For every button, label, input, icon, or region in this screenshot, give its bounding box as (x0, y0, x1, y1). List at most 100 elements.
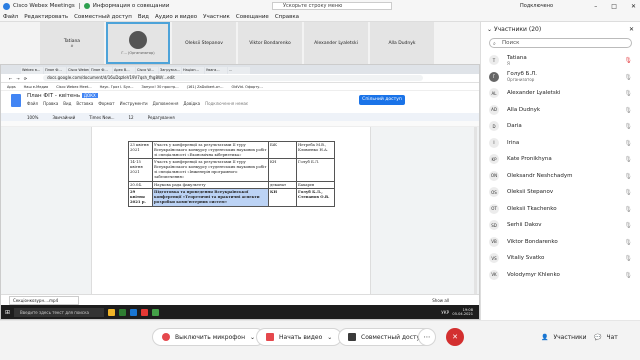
leave-meeting-button[interactable]: ✕ (446, 328, 464, 346)
zoom-select[interactable]: 100% (27, 115, 38, 120)
menu-share[interactable]: Совместный доступ (74, 14, 132, 20)
browser-tab[interactable]: ... (228, 67, 250, 74)
app-icon[interactable] (119, 308, 127, 316)
participant-row[interactable]: SD Serhii Dakov 🎙 (481, 217, 640, 234)
mute-button[interactable]: Выключить микрофон ⌄ (152, 328, 266, 346)
browser-tab[interactable]: Apex В... (113, 67, 135, 74)
chrome-icon[interactable] (152, 308, 160, 316)
participant-row[interactable]: I Irina 🎙 (481, 135, 640, 152)
docs-menu-item[interactable]: Формат (98, 101, 114, 106)
language-indicator[interactable]: УКР (441, 310, 449, 315)
app-icon[interactable] (130, 308, 138, 316)
browser-tab[interactable]: План Ф... (44, 67, 66, 74)
back-icon[interactable]: ← (9, 76, 12, 81)
browser-tab[interactable]: Увага... (205, 67, 227, 74)
close-icon[interactable]: ✕ (631, 3, 636, 10)
app-icon[interactable] (141, 308, 149, 316)
mic-muted-icon: 🎙 (624, 57, 632, 64)
clock[interactable]: 19:08 05.04.2021 (452, 308, 473, 316)
reload-icon[interactable]: ⟳ (24, 76, 27, 81)
doc-title[interactable]: План ФІТ - квітень ДОКХ (27, 93, 98, 99)
video-thumb[interactable]: Viktor Bondarenko (238, 22, 302, 64)
mic-muted-icon: 🎙 (624, 205, 632, 213)
bookmarks-bar: Apps Наш е-Медиа Cisco Webex Meet... Нау… (1, 83, 479, 91)
more-options-button[interactable]: ⋯ (418, 328, 436, 346)
browser-tab[interactable]: План Ф... (90, 67, 112, 74)
bookmark[interactable]: Cisco Webex Meet... (56, 85, 91, 89)
participant-row[interactable]: T Tatiana Я 🎙 (481, 52, 640, 69)
menu-file[interactable]: Файл (3, 14, 18, 20)
docs-menu-item[interactable]: Доповнення (153, 101, 179, 106)
video-thumb[interactable]: Tatiana # (40, 22, 104, 64)
participant-row[interactable]: D Daria 🎙 (481, 118, 640, 135)
show-all-button[interactable]: Show all (432, 298, 449, 303)
menu-edit[interactable]: Редактировать (24, 14, 68, 20)
video-thumb-active[interactable]: Г... (Организатор) (106, 22, 170, 64)
browser-tab[interactable]: Загрузка... (159, 67, 181, 74)
video-thumb[interactable]: Alexander Lyaletski (304, 22, 368, 64)
docs-menu-item[interactable]: Довідка (183, 101, 200, 106)
bookmark[interactable]: OldVid. Офорту... (231, 85, 262, 89)
participants-label: Участники (553, 333, 587, 341)
meeting-info-link[interactable]: Информация о совещании (93, 3, 170, 9)
menu-meeting[interactable]: Совещание (236, 14, 269, 20)
menu-search-input[interactable]: Ускорьте строку меню (272, 2, 392, 10)
editing-mode[interactable]: Редагування (148, 115, 175, 120)
participant-row[interactable]: VB Viktor Bondarenko 🎙 (481, 234, 640, 251)
menu-help[interactable]: Справка (275, 14, 299, 20)
font-select[interactable]: Times New... (89, 115, 114, 120)
taskbar-search[interactable]: Введите здесь текст для поиска (14, 307, 105, 317)
participants-title[interactable]: ⌄ Участники (20) (487, 26, 541, 33)
menu-audio-video[interactable]: Аудио и видео (155, 14, 197, 20)
participant-row[interactable]: VS Vitaliy Svatko 🎙 (481, 250, 640, 267)
document-page[interactable]: 23 квітня 2021 Участь у конференції за р… (91, 127, 371, 295)
forward-icon[interactable]: → (16, 76, 19, 81)
menu-participant[interactable]: Участник (203, 14, 230, 20)
start-video-button[interactable]: Начать видео ⌄ (256, 328, 343, 346)
download-item[interactable]: Секціонкозурн....mp4 (9, 295, 79, 305)
browser-tab[interactable]: Cisco W... (136, 67, 158, 74)
participant-row[interactable]: OS Oleksii Stepanov 🎙 (481, 184, 640, 201)
docs-menu-item[interactable]: Вид (63, 101, 71, 106)
participant-row[interactable]: AL Alexander Lyaletski 🎙 (481, 85, 640, 102)
video-thumb[interactable]: Alla Dudnyk (370, 22, 434, 64)
participant-row[interactable]: KP Kate Pronikhyna 🎙 (481, 151, 640, 168)
participant-row[interactable]: Г Голуб Б.Л. Организатор 🎙 (481, 69, 640, 86)
video-thumb[interactable]: Oleksii Stepanov (172, 22, 236, 64)
participant-row[interactable]: AD Alla Dudnyk 🎙 (481, 102, 640, 119)
avatar: I (489, 137, 499, 148)
font-size-select[interactable]: 12 (129, 115, 134, 120)
avatar: OT (489, 203, 499, 214)
file-explorer-icon[interactable] (108, 308, 116, 316)
table-row-selected: 29 квітня 2021 р. Підготовка та проведен… (128, 188, 335, 207)
participant-row[interactable]: OT Oleksii Tkachenko 🎙 (481, 201, 640, 218)
browser-tab[interactable]: Webex в... (21, 67, 43, 74)
webex-logo-icon (3, 2, 10, 10)
browser-tab[interactable]: Нацiон... (182, 67, 204, 74)
cell-event: Участь у конференції за результатами II … (152, 140, 269, 160)
docs-menu-item[interactable]: Файл (27, 101, 38, 106)
participant-row[interactable]: VK Volodymyr Khlenko 🎙 (481, 267, 640, 284)
windows-start-icon[interactable]: ⊞ (5, 309, 10, 316)
docs-menu-item[interactable]: Вставка (76, 101, 93, 106)
bookmark[interactable]: Наук. Гроз I. Бул... (100, 85, 134, 89)
style-select[interactable]: Звичайний (52, 115, 75, 120)
docs-menu-item[interactable]: Правка (43, 101, 58, 106)
menu-view[interactable]: Вид (138, 14, 149, 20)
panel-close-icon[interactable]: ✕ (629, 26, 634, 33)
minimize-icon[interactable]: – (594, 3, 597, 10)
doc-scrollbar[interactable] (474, 127, 477, 295)
docs-menu-item[interactable]: Инструменти (120, 101, 148, 106)
bookmark[interactable]: Apps (7, 85, 16, 89)
participants-toggle[interactable]: 👤 Участники (541, 328, 587, 346)
bookmark[interactable]: (161) ZaDolbert-от... (187, 85, 224, 89)
url-field[interactable]: docs.google.com/document/d/16uDqzIeV19V7… (43, 75, 424, 81)
maximize-icon[interactable]: □ (611, 3, 617, 10)
docs-share-button[interactable]: Спільний доступ (359, 95, 405, 105)
bookmark[interactable]: Наш е-Медиа (24, 85, 49, 89)
bookmark[interactable]: Запуск! 30 простр... (142, 85, 179, 89)
participant-search-input[interactable]: ⌕ Поиск (489, 38, 632, 48)
chat-toggle[interactable]: 💬 Чат (594, 328, 618, 346)
participant-row[interactable]: ON Oleksandr Neshchadym 🎙 (481, 168, 640, 185)
browser-tab[interactable]: Cisco Webex Meet... (67, 67, 89, 74)
